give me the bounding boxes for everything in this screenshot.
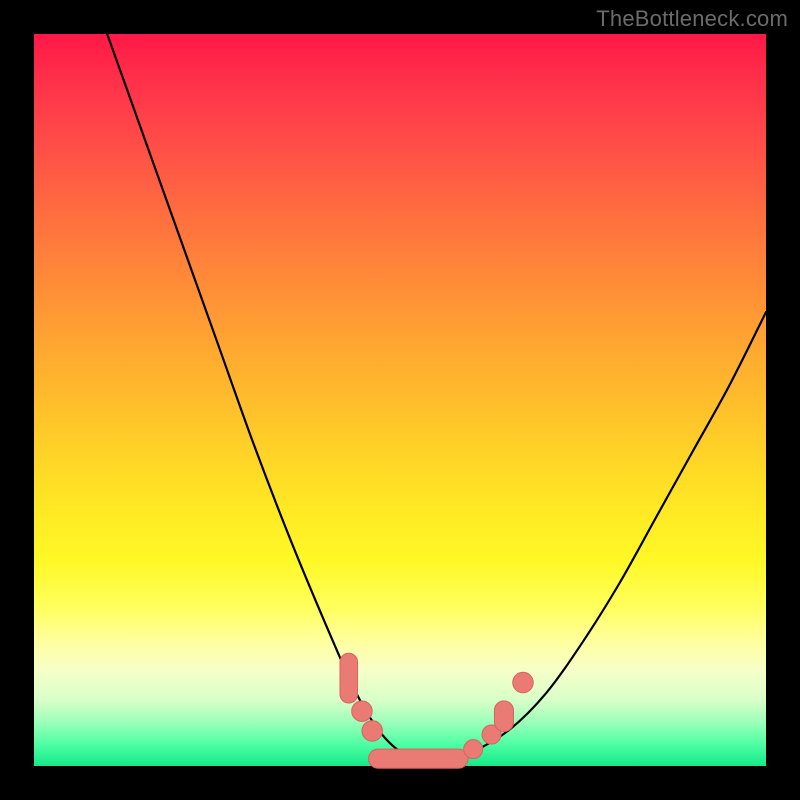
curve-layer: [34, 34, 766, 766]
marker-right-pill: [494, 701, 513, 732]
bottleneck-curve: [107, 34, 766, 760]
marker-bottom-bar: [369, 749, 469, 768]
marker-right-low-dot: [464, 740, 483, 759]
marker-right-upper-dot: [513, 672, 534, 693]
marker-left-mid-dot: [352, 701, 373, 722]
watermark-text: TheBottleneck.com: [596, 6, 788, 32]
marker-left-upper-pill: [340, 653, 358, 703]
curve-markers: [340, 653, 533, 768]
marker-left-low-dot: [362, 721, 383, 742]
chart-frame: TheBottleneck.com: [0, 0, 800, 800]
